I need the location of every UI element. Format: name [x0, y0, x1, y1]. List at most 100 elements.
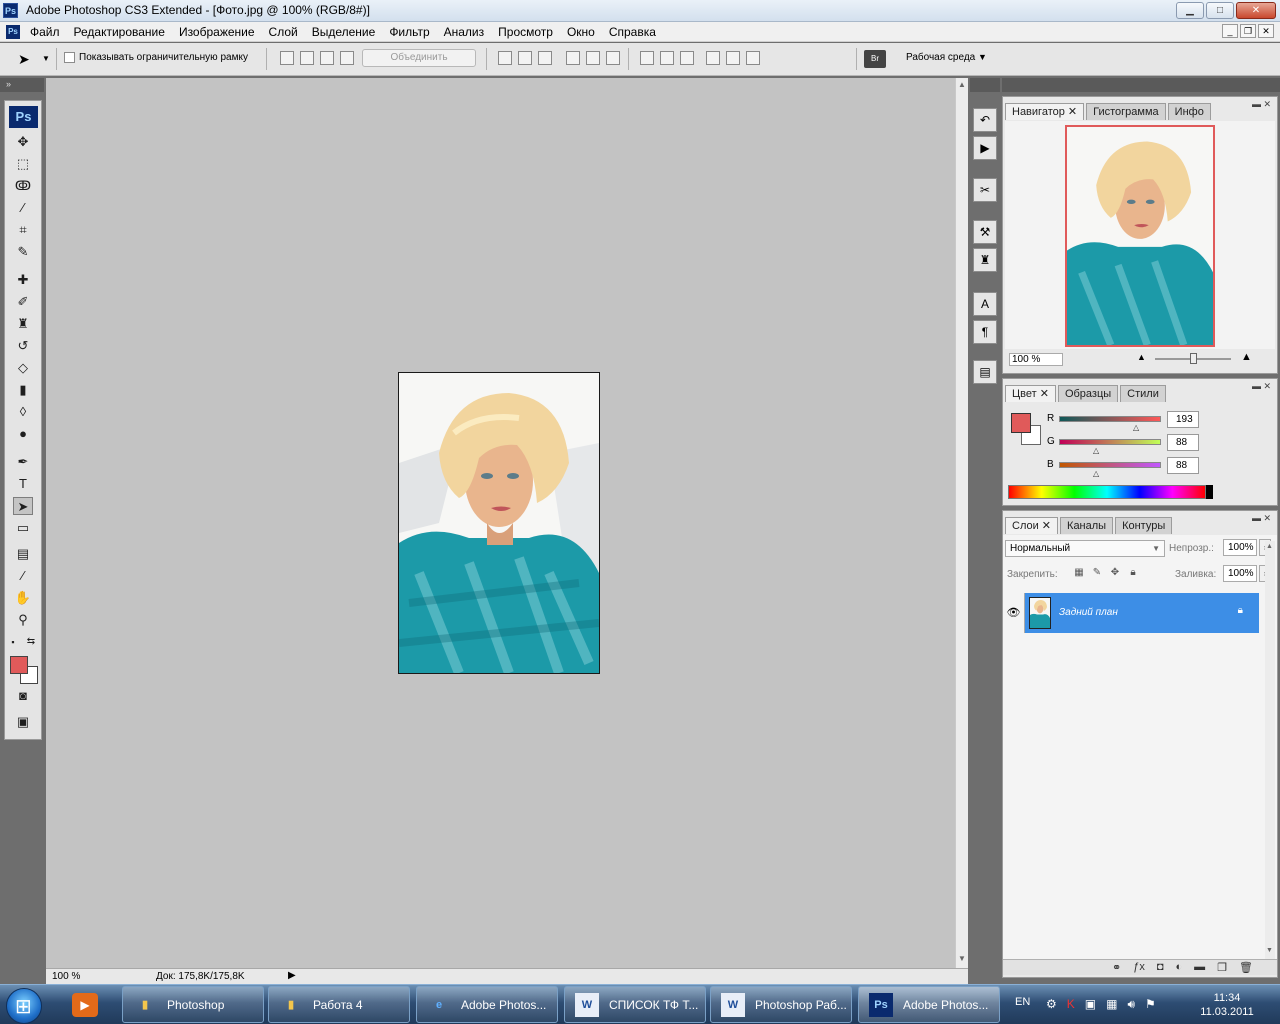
language-indicator[interactable]: EN — [1015, 996, 1030, 1008]
workspace-menu[interactable]: Рабочая среда — [906, 52, 975, 63]
adjustment-layer-icon[interactable]: ◐ — [1176, 961, 1183, 974]
brush-tool-icon[interactable]: ✐ — [13, 293, 33, 311]
menu-select[interactable]: Выделение — [312, 25, 376, 39]
new-layer-icon[interactable]: ❐ — [1217, 961, 1227, 974]
green-slider-track[interactable] — [1059, 439, 1161, 445]
crop-tool-icon[interactable]: ⌗ — [13, 221, 33, 239]
tray-safely-remove-icon[interactable]: ⚙ — [1046, 997, 1057, 1012]
show-bounds-checkbox[interactable] — [64, 52, 75, 63]
lock-pixels-icon[interactable]: ✎ — [1091, 567, 1103, 579]
move-tool-icon[interactable]: ✥ — [13, 133, 33, 151]
distribute-top-icon[interactable] — [640, 51, 654, 65]
clone-stamp-icon[interactable]: ♜ — [13, 315, 33, 333]
tray-network-icon[interactable]: ▦ — [1106, 997, 1117, 1012]
taskbar-item-word-list[interactable]: W СПИСОК ТФ Т... — [564, 986, 706, 1023]
intersect-shape-icon[interactable] — [340, 51, 354, 65]
gradient-tool-icon[interactable]: ▮ — [13, 381, 33, 399]
tab-navigator[interactable]: Навигатор ✕ — [1005, 103, 1085, 120]
eyedropper-tool-icon[interactable]: ⁄ — [13, 567, 33, 585]
red-value-field[interactable]: 193 — [1167, 411, 1199, 428]
tab-layers[interactable]: Слои ✕ — [1005, 517, 1059, 534]
taskbar-item-word-photoshop[interactable]: W Photoshop Раб... — [710, 986, 852, 1023]
fill-field[interactable]: 100% — [1223, 565, 1257, 582]
panel-menu-icon[interactable]: ▬ ✕ — [1252, 381, 1271, 392]
history-panel-icon[interactable]: ↶ — [973, 108, 997, 132]
red-slider-track[interactable] — [1059, 416, 1161, 422]
toolbox-header[interactable]: » — [0, 78, 44, 92]
distribute-bottom-icon[interactable] — [680, 51, 694, 65]
taskbar-item-photoshop-folder[interactable]: ▮ Photoshop — [122, 986, 264, 1023]
blue-slider-track[interactable] — [1059, 462, 1161, 468]
chevron-down-icon[interactable]: ▼ — [978, 52, 987, 62]
media-player-icon[interactable]: ▶ — [72, 993, 98, 1017]
layers-scrollbar[interactable]: ▲ ▼ — [1265, 541, 1275, 959]
align-vcenter-icon[interactable] — [518, 51, 532, 65]
doc-close-button[interactable]: ✕ — [1258, 24, 1274, 38]
status-menu-arrow-icon[interactable]: ▶ — [288, 970, 296, 981]
type-tool-icon[interactable]: T — [13, 475, 33, 493]
close-button[interactable]: ✕ — [1236, 2, 1276, 19]
default-colors-icon[interactable]: ▪ — [7, 633, 19, 651]
dock-header[interactable] — [970, 78, 1000, 92]
tab-color[interactable]: Цвет ✕ — [1005, 385, 1056, 402]
tab-styles[interactable]: Стили — [1120, 385, 1166, 402]
start-button[interactable] — [6, 988, 42, 1024]
zoom-in-icon[interactable]: ▲ — [1241, 351, 1252, 363]
panel-menu-icon[interactable]: ▬ ✕ — [1252, 99, 1271, 110]
eraser-tool-icon[interactable]: ◇ — [13, 359, 33, 377]
align-hcenter-icon[interactable] — [586, 51, 600, 65]
tray-flag-icon[interactable]: ⚑ — [1145, 997, 1156, 1012]
panel-menu-icon[interactable]: ▬ ✕ — [1252, 513, 1271, 524]
navigator-thumbnail[interactable] — [1065, 125, 1215, 347]
green-slider-handle[interactable]: △ — [1093, 446, 1099, 455]
menu-view[interactable]: Просмотр — [498, 25, 553, 39]
scroll-up-icon[interactable]: ▲ — [1266, 543, 1273, 550]
foreground-color-swatch[interactable] — [1011, 413, 1031, 433]
distribute-vcenter-icon[interactable] — [660, 51, 674, 65]
new-group-icon[interactable]: ▬ — [1194, 961, 1205, 974]
history-brush-icon[interactable]: ↺ — [13, 337, 33, 355]
clone-source-icon[interactable]: ♜ — [973, 248, 997, 272]
zoom-slider-handle[interactable] — [1190, 353, 1197, 364]
tab-info[interactable]: Инфо — [1167, 103, 1211, 120]
new-shape-icon[interactable] — [280, 51, 294, 65]
layer-row[interactable]: 👁︎ Задний план 🔒︎ — [1003, 593, 1259, 633]
tab-histogram[interactable]: Гистограмма — [1086, 103, 1166, 120]
align-left-icon[interactable] — [566, 51, 580, 65]
combine-button[interactable]: Объединить — [362, 49, 476, 67]
tray-device-icon[interactable]: ▣ — [1085, 997, 1096, 1012]
paragraph-panel-icon[interactable]: ¶ — [973, 320, 997, 344]
visibility-eye-icon[interactable]: 👁︎ — [1003, 593, 1025, 633]
foreground-color-swatch[interactable] — [10, 656, 28, 674]
document-menu-icon[interactable]: Ps — [6, 25, 20, 39]
tab-paths[interactable]: Контуры — [1115, 517, 1173, 534]
layer-style-icon[interactable]: ƒx — [1133, 961, 1145, 974]
tab-swatches[interactable]: Образцы — [1057, 385, 1119, 402]
lasso-tool-icon[interactable]: ↂ — [13, 177, 33, 195]
blend-mode-select[interactable]: Нормальный ▼ — [1005, 540, 1165, 557]
hand-tool-icon[interactable]: ✋ — [13, 589, 33, 607]
swap-colors-icon[interactable]: ⇆ — [25, 633, 37, 651]
chevron-down-icon[interactable]: ▼ — [42, 54, 50, 63]
menu-analysis[interactable]: Анализ — [444, 25, 485, 39]
menu-filter[interactable]: Фильтр — [389, 25, 429, 39]
blue-value-field[interactable]: 88 — [1167, 457, 1199, 474]
menu-edit[interactable]: Редактирование — [74, 25, 165, 39]
maximize-button[interactable]: □ — [1206, 2, 1234, 19]
canvas-area[interactable] — [46, 78, 955, 968]
show-bounds-option[interactable]: Показывать ограничительную рамку — [64, 52, 248, 63]
doc-minimize-button[interactable]: _ — [1222, 24, 1238, 38]
character-panel-icon[interactable]: A — [973, 292, 997, 316]
menu-file[interactable]: Файл — [30, 25, 60, 39]
distribute-right-icon[interactable] — [746, 51, 760, 65]
zoom-out-icon[interactable]: ▲ — [1137, 352, 1146, 362]
tool-presets-icon[interactable]: ✂ — [973, 178, 997, 202]
menu-help[interactable]: Справка — [609, 25, 656, 39]
magic-wand-tool-icon[interactable]: ⁄ — [13, 199, 33, 217]
lock-position-icon[interactable]: ✥ — [1109, 567, 1121, 579]
minimize-button[interactable]: ▁ — [1176, 2, 1204, 19]
align-right-icon[interactable] — [606, 51, 620, 65]
zoom-level[interactable]: 100 % — [52, 971, 80, 982]
add-mask-icon[interactable]: ◘ — [1157, 961, 1164, 974]
doc-restore-button[interactable]: ❐ — [1240, 24, 1256, 38]
